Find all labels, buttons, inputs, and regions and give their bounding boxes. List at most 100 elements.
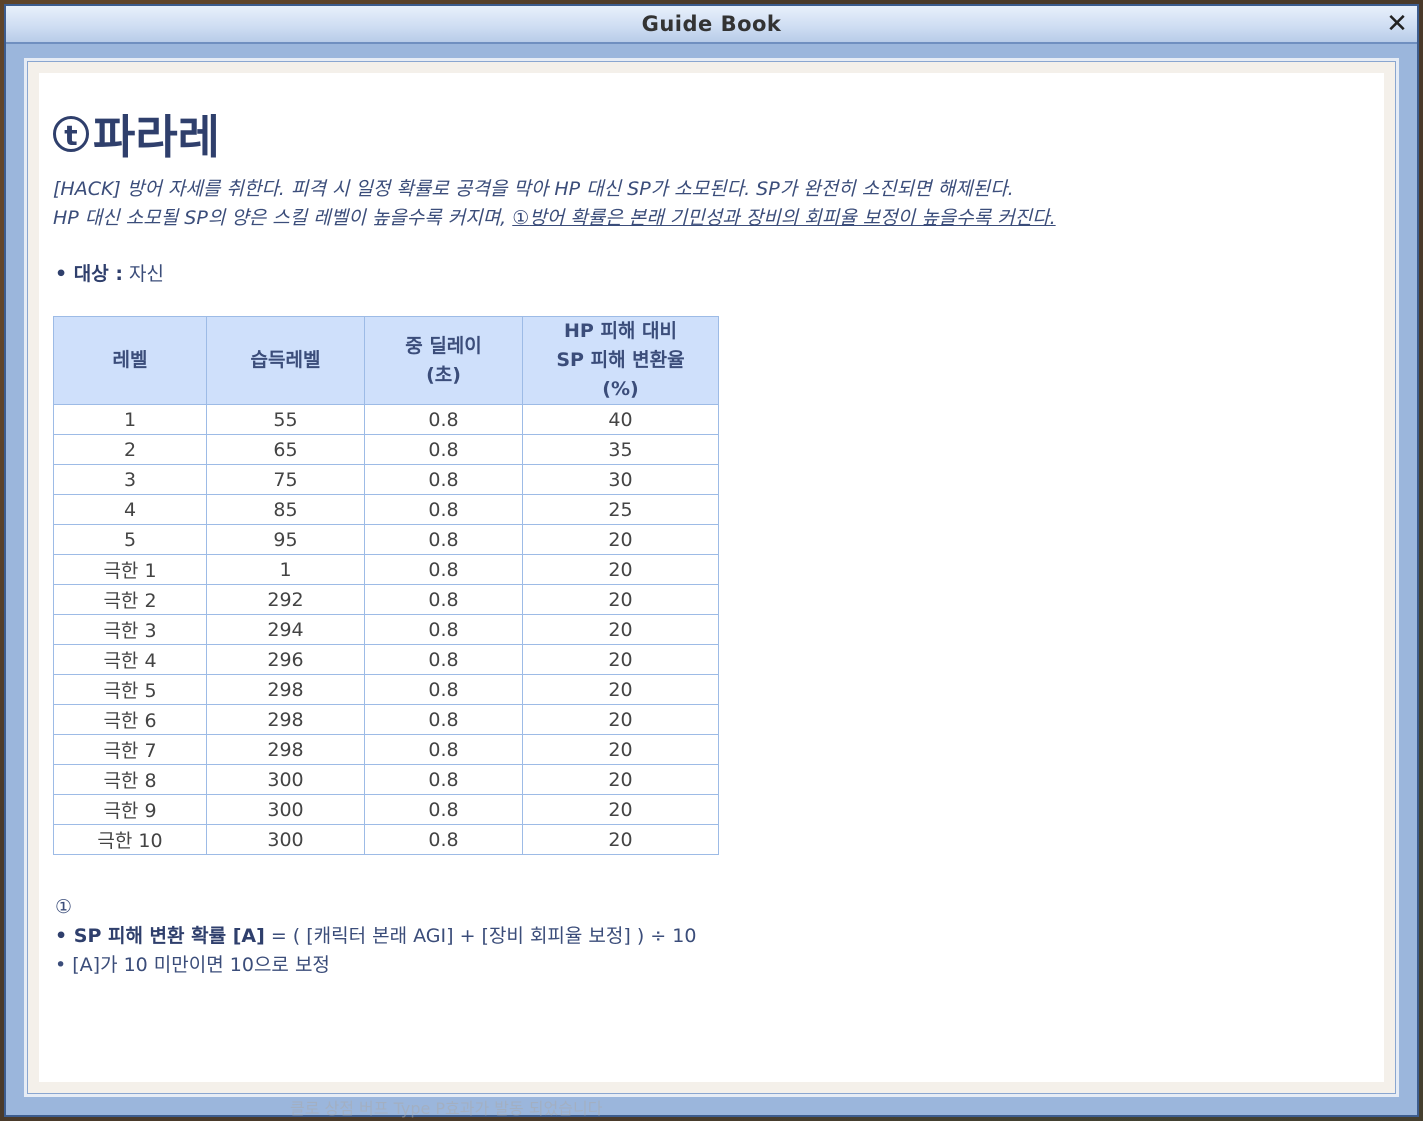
table-cell: 20 — [522, 764, 719, 795]
table-cell: 20 — [522, 524, 719, 555]
guide-book-window: Guide Book ✕ t 파라레 [HACK] 방어 자세를 취한다. 피격… — [4, 4, 1419, 1117]
background-chat-text: 클로 상점 버프 Type P효과가 발동 되었습니다 — [290, 1099, 603, 1118]
rule-line: • [A]가 10 미만이면 10으로 보정 — [55, 954, 330, 976]
table-cell: 65 — [206, 434, 365, 465]
table-cell: 300 — [206, 794, 365, 825]
close-icon[interactable]: ✕ — [1383, 10, 1411, 38]
formula-value: = ( [캐릭터 본래 AGI] + [장비 회피율 보정] ) ÷ 10 — [264, 925, 697, 947]
window-title: Guide Book — [641, 12, 782, 36]
title-bar[interactable]: Guide Book ✕ — [6, 6, 1417, 44]
target-label: • 대상 : — [55, 263, 123, 285]
table-cell: 20 — [522, 674, 719, 705]
table-cell: 85 — [206, 494, 365, 525]
table-cell: 극한 2 — [53, 584, 207, 615]
table-cell: 0.8 — [364, 614, 523, 645]
table-cell: 0.8 — [364, 704, 523, 735]
skill-title: t 파라레 — [53, 101, 220, 167]
table-row: 극한 10 300 0.8 20 — [53, 824, 719, 855]
table-cell: 298 — [206, 704, 365, 735]
table-row: 극한 7 298 0.8 20 — [53, 734, 719, 765]
table-row: 극한 5 298 0.8 20 — [53, 674, 719, 705]
table-cell: 0.8 — [364, 734, 523, 765]
table-row: 3 75 0.8 30 — [53, 464, 719, 495]
table-cell: 20 — [522, 824, 719, 855]
table-cell: 4 — [53, 494, 207, 525]
header-conversion-rate-text: HP 피해 대비 SP 피해 변환율 (%) — [556, 320, 685, 400]
table-cell: 0.8 — [364, 464, 523, 495]
table-cell: 극한 6 — [53, 704, 207, 735]
table-cell: 75 — [206, 464, 365, 495]
skill-description: [HACK] 방어 자세를 취한다. 피격 시 일정 확률로 공격을 막아 HP… — [53, 175, 1313, 233]
header-level: 레벨 — [53, 316, 207, 405]
table-cell: 2 — [53, 434, 207, 465]
table-row: 5 95 0.8 20 — [53, 524, 719, 555]
table-cell: 95 — [206, 524, 365, 555]
table-cell: 극한 9 — [53, 794, 207, 825]
footnote-marker-link[interactable]: ①방어 확률은 본래 기민성과 장비의 회피율 보정이 높을수록 커진다. — [512, 207, 1055, 229]
header-conversion-rate: HP 피해 대비 SP 피해 변환율 (%) — [522, 316, 719, 405]
table-cell: 0.8 — [364, 554, 523, 585]
footnote-marker: ① — [512, 207, 530, 229]
table-cell: 20 — [522, 644, 719, 675]
table-cell: 극한 4 — [53, 644, 207, 675]
table-cell: 0.8 — [364, 764, 523, 795]
table-row: 1 55 0.8 40 — [53, 404, 719, 435]
table-row: 극한 6 298 0.8 20 — [53, 704, 719, 735]
table-cell: 극한 10 — [53, 824, 207, 855]
table-cell: 20 — [522, 584, 719, 615]
table-row: 4 85 0.8 25 — [53, 494, 719, 525]
header-delay: 중 딜레이 (초) — [364, 316, 523, 405]
description-line-2-text: HP 대신 소모될 SP의 양은 스킬 레벨이 높을수록 커지며, — [53, 207, 513, 229]
table-cell: 0.8 — [364, 524, 523, 555]
description-line-2: HP 대신 소모될 SP의 양은 스킬 레벨이 높을수록 커지며, ①방어 확률… — [53, 204, 1313, 233]
formula-line: • SP 피해 변환 확률 [A] = ( [캐릭터 본래 AGI] + [장비… — [55, 922, 696, 951]
table-cell: 296 — [206, 644, 365, 675]
header-learn-level: 습득레벨 — [206, 316, 365, 405]
skill-target: • 대상 : 자신 — [55, 259, 164, 286]
table-cell: 300 — [206, 764, 365, 795]
table-cell: 20 — [522, 794, 719, 825]
table-cell: 40 — [522, 404, 719, 435]
table-cell: 0.8 — [364, 434, 523, 465]
table-cell: 1 — [206, 554, 365, 585]
table-row: 극한 2 292 0.8 20 — [53, 584, 719, 615]
table-cell: 극한 5 — [53, 674, 207, 705]
table-cell: 0.8 — [364, 404, 523, 435]
table-row: 극한 1 1 0.8 20 — [53, 554, 719, 585]
table-cell: 0.8 — [364, 584, 523, 615]
table-cell: 0.8 — [364, 824, 523, 855]
table-row: 극한 8 300 0.8 20 — [53, 764, 719, 795]
table-cell: 30 — [522, 464, 719, 495]
footnote-marker-1: ① — [55, 896, 73, 918]
content-area: t 파라레 [HACK] 방어 자세를 취한다. 피격 시 일정 확률로 공격을… — [39, 73, 1384, 1082]
table-cell: 5 — [53, 524, 207, 555]
target-value: 자신 — [122, 263, 164, 285]
table-header-row: 레벨 습득레벨 중 딜레이 (초) HP 피해 대비 SP 피해 변환율 (%) — [53, 316, 719, 405]
skill-level-table: 레벨 습득레벨 중 딜레이 (초) HP 피해 대비 SP 피해 변환율 (%)… — [53, 316, 719, 855]
formula-label: • SP 피해 변환 확률 [A] — [55, 925, 265, 947]
skill-type-t-icon: t — [53, 116, 89, 152]
table-cell: 20 — [522, 734, 719, 765]
table-cell: 극한 3 — [53, 614, 207, 645]
table-cell: 20 — [522, 554, 719, 585]
header-level-text: 레벨 — [112, 349, 148, 371]
table-cell: 0.8 — [364, 494, 523, 525]
table-cell: 극한 1 — [53, 554, 207, 585]
table-row: 극한 3 294 0.8 20 — [53, 614, 719, 645]
table-cell: 294 — [206, 614, 365, 645]
table-cell: 극한 7 — [53, 734, 207, 765]
table-body: 1 55 0.8 40 2 65 0.8 35 3 75 0.8 30 4 85 0.8 25 5 95 0.8 20… — [53, 404, 719, 855]
table-cell: 0.8 — [364, 674, 523, 705]
table-cell: 298 — [206, 674, 365, 705]
table-cell: 3 — [53, 464, 207, 495]
table-cell: 55 — [206, 404, 365, 435]
table-cell: 1 — [53, 404, 207, 435]
table-cell: 0.8 — [364, 644, 523, 675]
description-line-1: [HACK] 방어 자세를 취한다. 피격 시 일정 확률로 공격을 막아 HP… — [53, 178, 1014, 200]
table-cell: 20 — [522, 704, 719, 735]
table-row: 극한 4 296 0.8 20 — [53, 644, 719, 675]
header-delay-text: 중 딜레이 (초) — [405, 334, 482, 386]
table-cell: 35 — [522, 434, 719, 465]
table-row: 2 65 0.8 35 — [53, 434, 719, 465]
table-cell: 300 — [206, 824, 365, 855]
